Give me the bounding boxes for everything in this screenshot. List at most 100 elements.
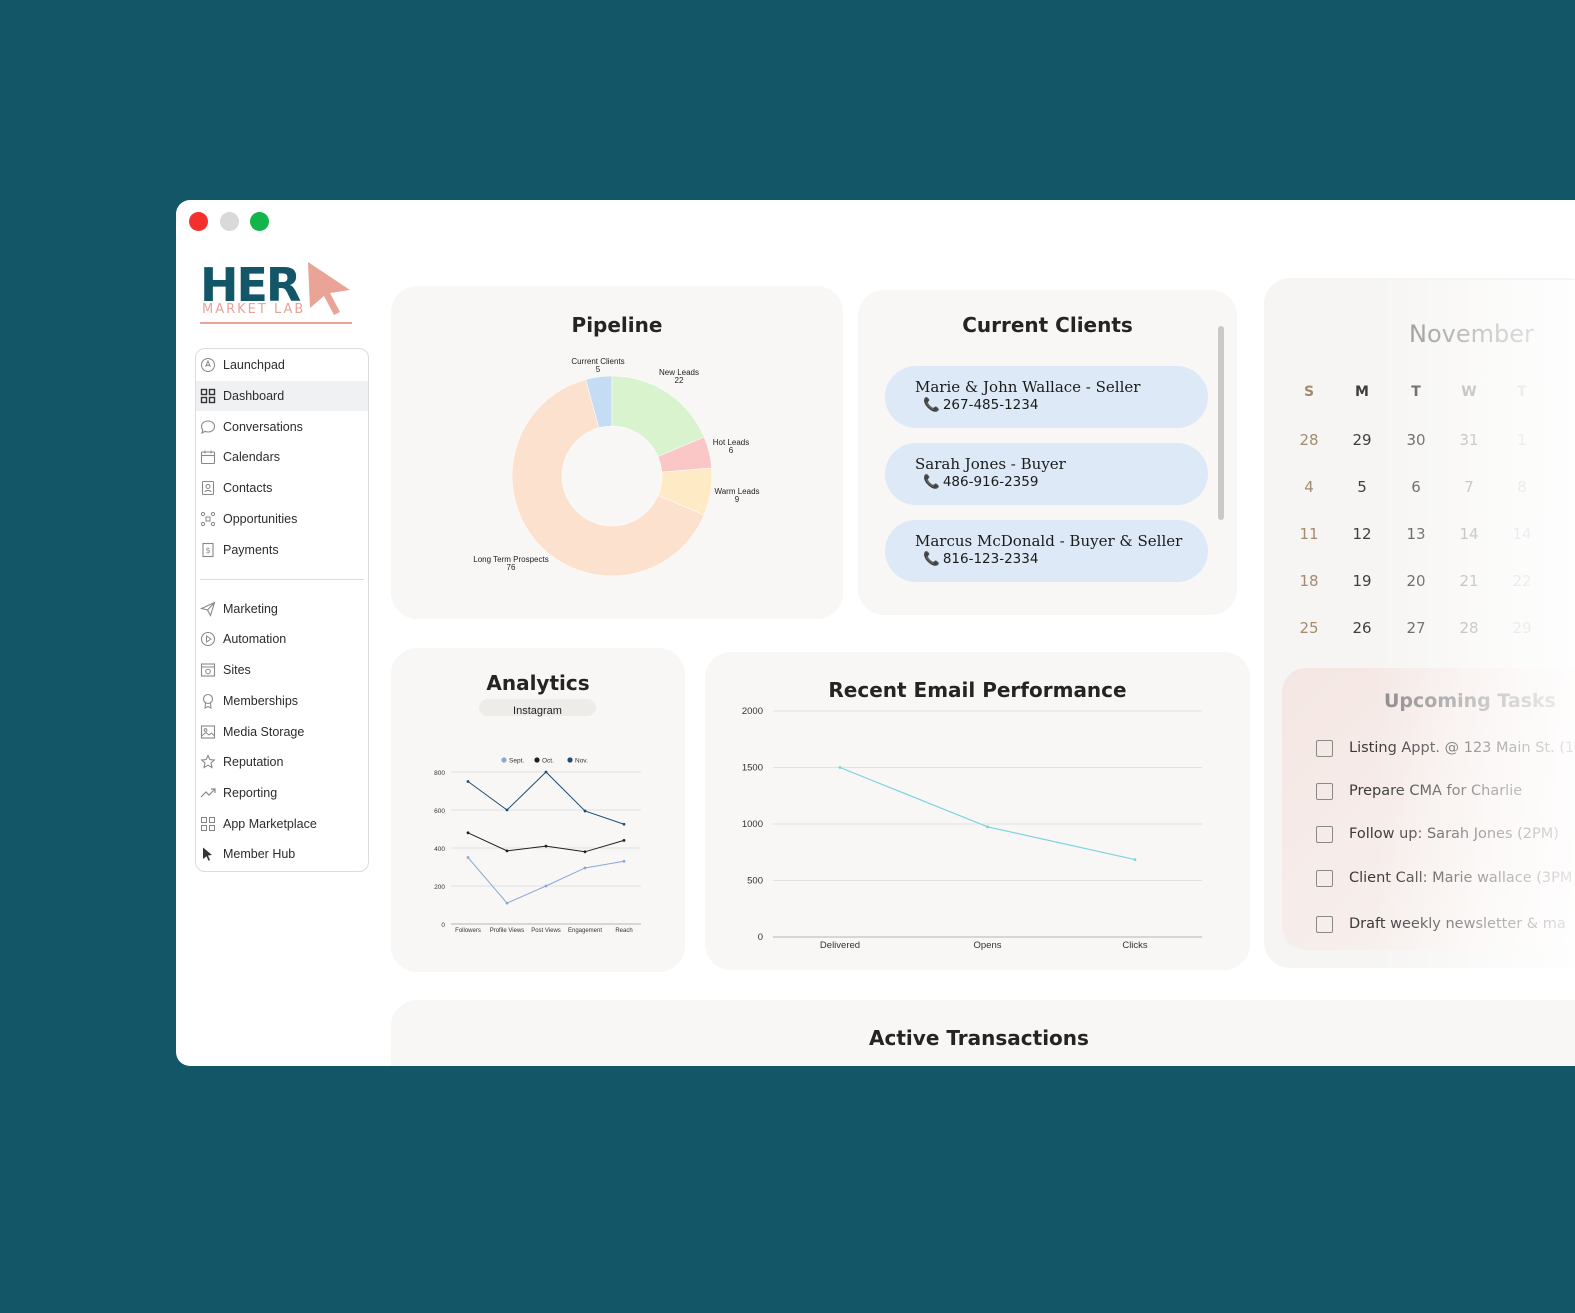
calendar-day[interactable]: 20 [1396, 572, 1436, 590]
task-checkbox[interactable] [1316, 869, 1333, 887]
client-card[interactable]: Marcus McDonald - Buyer & Seller 📞 816-123… [885, 520, 1208, 582]
data-point[interactable] [1133, 858, 1137, 861]
calendar-day[interactable]: 30 [1396, 431, 1436, 449]
data-point[interactable] [583, 850, 587, 854]
calendar-day[interactable]: 4 [1289, 478, 1329, 496]
data-point[interactable] [505, 849, 509, 853]
calendar-day[interactable]: 26 [1342, 619, 1382, 637]
calendar-day[interactable]: 12 [1342, 525, 1382, 543]
pipeline-donut-chart: Current Clients5 New Leads22Hot Leads6War… [473, 357, 760, 577]
chat-bubble-icon [200, 419, 216, 435]
task-checkbox[interactable] [1316, 739, 1333, 757]
x-tick-label: Reach [615, 928, 632, 934]
sidebar-item-label: Marketing [223, 602, 278, 616]
sidebar-item-media-storage[interactable]: Media Storage [196, 717, 368, 747]
sidebar-item-marketing[interactable]: Marketing [196, 594, 368, 624]
cursor-arrow-icon [308, 262, 350, 315]
data-point[interactable] [838, 766, 842, 769]
calendar-day[interactable]: 28 [1289, 431, 1329, 449]
calendar-weekday-header: T [1517, 384, 1527, 400]
data-point[interactable] [622, 859, 626, 863]
calendar-day[interactable]: 6 [1396, 478, 1436, 496]
logo-subtitle: MARKET LAB [202, 302, 306, 317]
calendar-day[interactable]: 21 [1449, 572, 1489, 590]
receipt-icon: $ [200, 542, 216, 558]
client-phone[interactable]: 📞 816-123-2334 [923, 551, 1038, 567]
sidebar-item-calendars[interactable]: Calendars [196, 442, 368, 472]
series-line-nov[interactable] [467, 771, 625, 825]
sidebar-item-contacts[interactable]: Contacts [196, 473, 368, 503]
sidebar-item-sites[interactable]: Sites [196, 655, 368, 685]
maximize-window-button[interactable] [250, 212, 269, 231]
minimize-window-button[interactable] [220, 212, 239, 231]
client-card[interactable]: Sarah Jones - Buyer 📞 486-916-2359 [885, 443, 1208, 505]
data-point[interactable] [622, 822, 626, 826]
task-item: Prepare CMA for Charlie [1316, 779, 1522, 803]
sidebar-item-label: Dashboard [223, 389, 285, 403]
sidebar-item-label: Memberships [223, 694, 299, 708]
calendar-day[interactable]: 28 [1449, 619, 1489, 637]
data-point[interactable] [583, 809, 587, 813]
clients-scrollbar[interactable] [1218, 326, 1224, 520]
task-checkbox[interactable] [1316, 825, 1333, 843]
calendar-day[interactable]: 13 [1396, 525, 1436, 543]
calendar-day[interactable]: 1 [1502, 431, 1542, 449]
calendar-day[interactable]: 5 [1342, 478, 1382, 496]
sidebar-item-reputation[interactable]: Reputation [196, 747, 368, 777]
client-phone[interactable]: 📞 486-916-2359 [923, 474, 1038, 490]
data-point[interactable] [544, 770, 548, 774]
sidebar-item-opportunities[interactable]: Opportunities [196, 504, 368, 534]
sidebar-item-member-hub[interactable]: Member Hub [196, 839, 368, 869]
calendar-day[interactable]: 14 [1502, 525, 1542, 543]
client-phone[interactable]: 📞 267-485-1234 [923, 397, 1038, 413]
y-tick-label: 0 [441, 922, 445, 929]
task-label: Listing Appt. @ 123 Main St. (10 [1349, 740, 1575, 756]
sidebar-item-app-marketplace[interactable]: App Marketplace [196, 809, 368, 839]
calendar-day[interactable]: 7 [1449, 478, 1489, 496]
client-card[interactable]: Marie & John Wallace - Seller 📞 267-485-12… [885, 366, 1208, 428]
task-item: Follow up: Sarah Jones (2PM) [1316, 822, 1559, 846]
series-line-oct[interactable] [467, 832, 625, 853]
calendar-day[interactable]: 11 [1289, 525, 1329, 543]
calendar-day[interactable]: 29 [1502, 619, 1542, 637]
close-window-button[interactable] [189, 212, 208, 231]
sidebar-item-payments[interactable]: $ Payments [196, 535, 368, 565]
data-point[interactable] [986, 825, 989, 829]
calendar-day[interactable]: 27 [1396, 619, 1436, 637]
y-tick-label: 400 [434, 846, 445, 853]
data-point[interactable] [583, 866, 587, 870]
sidebar-item-launchpad[interactable]: Launchpad [196, 350, 368, 380]
calendar-day[interactable]: 31 [1449, 431, 1489, 449]
sidebar-item-conversations[interactable]: Conversations [196, 412, 368, 442]
calendar-day[interactable]: 29 [1342, 431, 1382, 449]
brand-logo[interactable]: HER MARKET LAB [200, 260, 360, 328]
data-point[interactable] [505, 808, 509, 812]
client-phone-number: 816-123-2334 [942, 551, 1039, 567]
calendar-day[interactable]: 25 [1289, 619, 1329, 637]
data-point[interactable] [466, 780, 470, 783]
y-tick-label: 1500 [742, 763, 763, 774]
task-checkbox[interactable] [1316, 915, 1333, 933]
task-checkbox[interactable] [1316, 782, 1333, 800]
pipeline-slice-value: 76 [507, 563, 516, 572]
calendar-day[interactable]: 8 [1502, 478, 1542, 496]
sidebar-item-automation[interactable]: Automation [196, 624, 368, 654]
calendar-day[interactable]: 14 [1449, 525, 1489, 543]
data-point[interactable] [466, 856, 470, 859]
client-name: Sarah Jones - Buyer [915, 455, 1066, 473]
sidebar-item-reporting[interactable]: Reporting [196, 778, 368, 808]
data-point[interactable] [544, 884, 548, 888]
calendar-day[interactable]: 22 [1502, 572, 1542, 590]
calendar-day[interactable]: 19 [1342, 572, 1382, 590]
task-label: Client Call: Marie wallace (3PM [1349, 870, 1573, 886]
data-point[interactable] [505, 901, 509, 905]
sidebar-item-memberships[interactable]: Memberships [196, 686, 368, 716]
sidebar-item-dashboard[interactable]: Dashboard [196, 381, 368, 411]
series-line[interactable] [839, 766, 1136, 861]
series-line-sept[interactable] [467, 857, 625, 904]
calendar-day[interactable]: 18 [1289, 572, 1329, 590]
pipeline-slice-value: 22 [675, 376, 684, 385]
data-point[interactable] [622, 839, 626, 842]
data-point[interactable] [466, 831, 470, 835]
data-point[interactable] [544, 844, 548, 848]
